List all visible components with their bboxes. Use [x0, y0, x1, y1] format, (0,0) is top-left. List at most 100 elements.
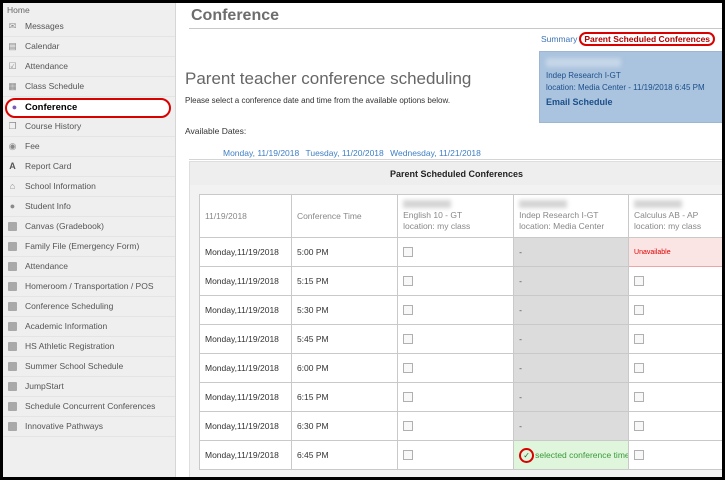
selected-label: selected conference time	[535, 449, 629, 460]
sidebar-item-label: Student Info	[25, 201, 71, 211]
sidebar-item-fee[interactable]: ◉ Fee	[3, 137, 175, 157]
slot-unavailable-dash: -	[513, 353, 630, 383]
sidebar-item-concurrent-conferences[interactable]: Schedule Concurrent Conferences	[3, 397, 175, 417]
checkbox[interactable]	[634, 334, 645, 345]
checkbox[interactable]	[634, 305, 645, 316]
people-icon: ●	[11, 102, 18, 112]
checkbox[interactable]	[634, 363, 645, 374]
grade-icon: A	[9, 161, 16, 171]
sidebar-item-label: Attendance	[25, 61, 69, 71]
sidebar-item-label: Class Schedule	[25, 81, 85, 91]
book-icon: ❐	[8, 121, 17, 131]
sidebar-item-calendar[interactable]: ▤ Calendar	[3, 37, 175, 57]
redacted-teacher	[519, 200, 568, 208]
folder-icon	[7, 321, 18, 332]
checkbox[interactable]	[403, 305, 414, 316]
folder-icon	[7, 261, 18, 272]
sidebar-item-label: Report Card	[25, 161, 72, 171]
sidebar-item-homeroom[interactable]: Homeroom / Transportation / POS	[3, 277, 175, 297]
sidebar-item-class-schedule[interactable]: ▦ Class Schedule	[3, 77, 175, 97]
slot-selected[interactable]: ✓ selected conference time	[513, 440, 630, 470]
folder-icon	[7, 421, 18, 432]
table-row: Monday,11/19/2018 5:15 PM -	[199, 266, 722, 296]
slot-checkbox[interactable]	[397, 324, 515, 354]
sidebar-item-report-card[interactable]: A Report Card	[3, 157, 175, 177]
checked-checkbox-icon[interactable]: ✓	[519, 447, 535, 463]
person-icon: ●	[9, 201, 16, 211]
sidebar-item-attendance-2[interactable]: Attendance	[3, 257, 175, 277]
slot-checkbox[interactable]	[628, 440, 722, 470]
folder-icon	[7, 361, 18, 372]
sidebar-item-label: Fee	[25, 141, 40, 151]
slot-checkbox[interactable]	[628, 266, 722, 296]
sidebar-item-school-information[interactable]: ⌂ School Information	[3, 177, 175, 197]
slot-unavailable-dash: -	[513, 266, 630, 296]
folder-icon	[7, 241, 18, 252]
checkbox[interactable]	[403, 392, 414, 403]
slot-unavailable-dash: -	[513, 411, 630, 441]
row-time: 6:45 PM	[290, 440, 399, 470]
slot-checkbox[interactable]	[397, 411, 515, 441]
slot-checkbox[interactable]	[628, 353, 722, 383]
coins-icon: ◉	[8, 141, 17, 151]
sidebar-item-conference[interactable]: ● Conference	[5, 98, 171, 118]
sidebar-item-academic-information[interactable]: Academic Information	[3, 317, 175, 337]
sidebar-item-family-file[interactable]: Family File (Emergency Form)	[3, 237, 175, 257]
checkbox[interactable]	[403, 276, 414, 287]
sidebar-item-jumpstart[interactable]: JumpStart	[3, 377, 175, 397]
row-time: 5:15 PM	[290, 266, 399, 296]
sidebar-item-label: Summer School Schedule	[25, 361, 124, 371]
row-date: Monday,11/19/2018	[199, 324, 292, 354]
section-header: Parent Scheduled Conferences	[189, 161, 722, 187]
sidebar-item-canvas[interactable]: Canvas (Gradebook)	[3, 217, 175, 237]
slot-checkbox[interactable]	[628, 324, 722, 354]
sidebar-item-conference-scheduling[interactable]: Conference Scheduling	[3, 297, 175, 317]
row-date: Monday,11/19/2018	[199, 353, 292, 383]
redacted-teacher	[634, 200, 683, 208]
slot-checkbox[interactable]	[397, 353, 515, 383]
slot-checkbox[interactable]	[628, 411, 722, 441]
sidebar-home-link[interactable]: Home	[3, 3, 175, 17]
sidebar-item-label: Innovative Pathways	[25, 421, 103, 431]
sidebar-item-innovative-pathways[interactable]: Innovative Pathways	[3, 417, 175, 437]
slot-checkbox[interactable]	[397, 237, 515, 267]
slot-checkbox[interactable]	[628, 295, 722, 325]
sidebar-item-label: Schedule Concurrent Conferences	[25, 401, 156, 411]
school-icon: ⌂	[9, 181, 16, 191]
sidebar-item-messages[interactable]: ✉ Messages	[3, 17, 175, 37]
sidebar-item-label: Homeroom / Transportation / POS	[25, 281, 154, 291]
sidebar-item-hs-athletic[interactable]: HS Athletic Registration	[3, 337, 175, 357]
sidebar-item-label: Attendance	[25, 261, 69, 271]
table-row: Monday,11/19/2018 6:30 PM -	[199, 411, 722, 441]
schedule-icon: ▦	[8, 81, 17, 91]
sidebar-item-label: Family File (Emergency Form)	[25, 241, 140, 251]
sidebar-item-summer-school[interactable]: Summer School Schedule	[3, 357, 175, 377]
checkbox[interactable]	[403, 334, 414, 345]
sidebar-item-label: Messages	[25, 21, 64, 31]
checkbox[interactable]	[403, 450, 414, 461]
checkbox[interactable]	[634, 392, 645, 403]
header-time: Conference Time	[290, 194, 399, 238]
row-date: Monday,11/19/2018	[199, 382, 292, 412]
sidebar-item-student-info[interactable]: ● Student Info	[3, 197, 175, 217]
slot-checkbox[interactable]	[397, 266, 515, 296]
slot-checkbox[interactable]	[397, 382, 515, 412]
sidebar-item-label: Academic Information	[25, 321, 108, 331]
sidebar: Home ✉ Messages ▤ Calendar ☑ Attendance ▦ Cl…	[3, 3, 176, 477]
app-frame: Home ✉ Messages ▤ Calendar ☑ Attendance ▦ Cl…	[3, 3, 722, 477]
row-time: 6:30 PM	[290, 411, 399, 441]
checkbox[interactable]	[403, 247, 414, 258]
slot-checkbox[interactable]	[628, 382, 722, 412]
checkbox[interactable]	[403, 421, 414, 432]
sidebar-item-attendance[interactable]: ☑ Attendance	[3, 57, 175, 77]
checkbox[interactable]	[634, 421, 645, 432]
checkbox[interactable]	[634, 450, 645, 461]
slot-checkbox[interactable]	[397, 295, 515, 325]
checkbox[interactable]	[403, 363, 414, 374]
sidebar-item-course-history[interactable]: ❐ Course History	[3, 117, 175, 137]
folder-icon	[7, 381, 18, 392]
slot-unavailable: Unavailable	[628, 237, 722, 267]
checkbox[interactable]	[634, 276, 645, 287]
header-date: 11/19/2018	[199, 194, 292, 238]
slot-checkbox[interactable]	[397, 440, 515, 470]
